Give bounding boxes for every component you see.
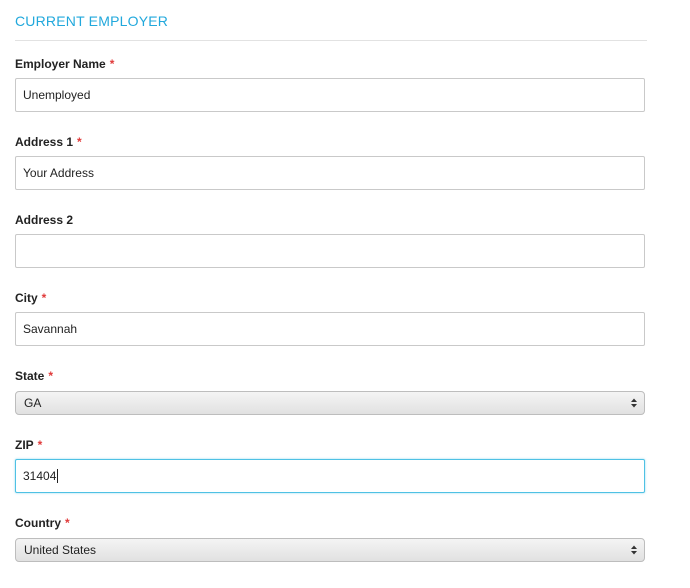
address1-input[interactable]: Your Address bbox=[15, 156, 645, 190]
country-label-text: Country bbox=[15, 516, 61, 530]
city-value: Savannah bbox=[23, 322, 78, 336]
country-select[interactable]: United States bbox=[15, 538, 645, 562]
country-selected-value: United States bbox=[24, 543, 97, 557]
city-label: City * bbox=[15, 290, 46, 306]
state-select[interactable]: GA bbox=[15, 391, 645, 415]
text-caret bbox=[57, 468, 59, 483]
required-marker: * bbox=[48, 369, 54, 383]
address2-label: Address 2 bbox=[15, 212, 73, 228]
employer-name-label-text: Employer Name bbox=[15, 57, 106, 71]
employer-name-value: Unemployed bbox=[23, 88, 91, 102]
up-down-chevron-icon bbox=[631, 545, 637, 555]
zip-label-text: ZIP bbox=[15, 438, 34, 452]
state-label: State * bbox=[15, 368, 53, 384]
zip-input[interactable]: 31404 bbox=[15, 459, 645, 493]
address1-label-text: Address 1 bbox=[15, 135, 74, 149]
zip-label: ZIP * bbox=[15, 437, 42, 453]
current-employer-section: CURRENT EMPLOYER Employer Name * Unemploy… bbox=[0, 0, 690, 588]
required-marker: * bbox=[41, 291, 47, 305]
city-input[interactable]: Savannah bbox=[15, 312, 645, 346]
address1-label: Address 1 * bbox=[15, 134, 82, 150]
employer-name-input[interactable]: Unemployed bbox=[15, 78, 645, 112]
city-label-text: City bbox=[15, 291, 38, 305]
required-marker: * bbox=[65, 516, 70, 530]
address1-value: Your Address bbox=[23, 166, 94, 180]
required-marker: * bbox=[37, 438, 43, 452]
state-label-text: State bbox=[15, 369, 45, 383]
address2-input[interactable] bbox=[15, 234, 645, 268]
required-marker: * bbox=[77, 135, 82, 149]
employer-name-label: Employer Name * bbox=[15, 56, 114, 72]
section-divider bbox=[15, 40, 647, 41]
country-label: Country * bbox=[15, 515, 70, 531]
state-selected-value: GA bbox=[24, 396, 42, 410]
section-title: CURRENT EMPLOYER bbox=[15, 13, 169, 29]
required-marker: * bbox=[109, 57, 115, 71]
up-down-chevron-icon bbox=[631, 398, 637, 408]
address2-label-text: Address 2 bbox=[15, 213, 74, 227]
zip-value: 31404 bbox=[23, 469, 57, 483]
